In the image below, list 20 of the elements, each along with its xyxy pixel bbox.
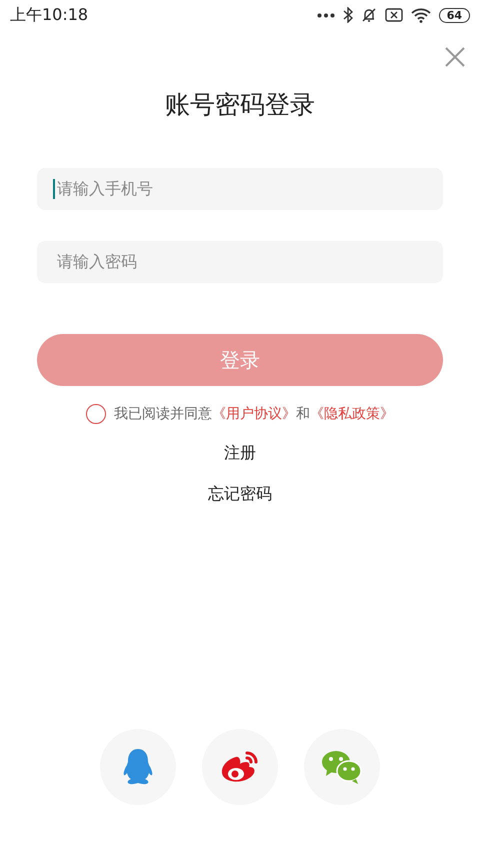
sim-icon bbox=[384, 8, 403, 22]
more-icon bbox=[316, 12, 335, 18]
agreement-link[interactable]: 《隐私政策》 bbox=[310, 406, 394, 422]
wifi-icon bbox=[410, 8, 431, 22]
penguin-icon bbox=[121, 747, 155, 787]
input-field[interactable]: 请输入密码 bbox=[37, 240, 443, 282]
battery-level: 64 bbox=[438, 8, 470, 22]
agreement-link[interactable]: 《用户协议》 bbox=[212, 406, 296, 422]
agreement-checkbox[interactable] bbox=[86, 404, 106, 424]
forgot-password-link[interactable]: 忘记密码 bbox=[208, 482, 272, 506]
login-button[interactable]: 登录 bbox=[37, 334, 443, 386]
agreement-text: 我已阅读并同意《用户协议》和《隐私政策》 bbox=[114, 404, 394, 424]
register-link[interactable]: 注册 bbox=[224, 440, 256, 464]
muted-bell-icon bbox=[360, 7, 377, 23]
status-time: 上午10:18 bbox=[10, 4, 88, 26]
input-field[interactable]: 请输入手机号 bbox=[37, 168, 443, 210]
page-title: 账号密码登录 bbox=[165, 90, 315, 119]
close-icon bbox=[444, 46, 466, 68]
bluetooth-icon bbox=[342, 7, 353, 23]
chat-bubbles-icon bbox=[321, 749, 363, 785]
